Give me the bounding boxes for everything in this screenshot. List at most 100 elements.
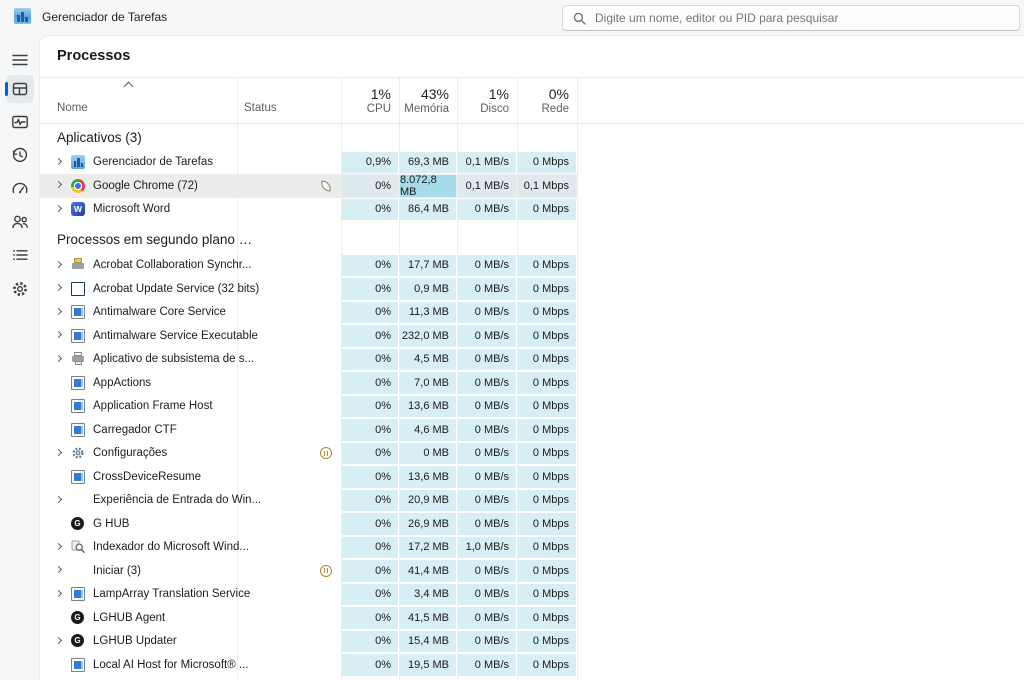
process-row[interactable]: Google Chrome (72)0%8.072,8 MB0,1 MB/s0,…	[40, 174, 577, 198]
process-name: Antimalware Service Executable	[93, 324, 258, 348]
expand-chevron-icon[interactable]	[55, 331, 62, 338]
network-cell: 0 Mbps	[518, 325, 576, 347]
process-row[interactable]: Antimalware Service Executable0%232,0 MB…	[40, 324, 577, 348]
disk-cell: 0 MB/s	[458, 443, 516, 465]
process-name: Microsoft Word	[93, 198, 170, 222]
status-cell	[316, 198, 336, 222]
process-row[interactable]: Application Frame Host0%13,6 MB0 MB/s0 M…	[40, 395, 577, 419]
expand-chevron-icon[interactable]	[55, 284, 62, 291]
sidebar-item-app-history[interactable]	[6, 141, 34, 169]
cpu-cell: 0%	[342, 302, 398, 324]
expand-chevron-icon[interactable]	[55, 261, 62, 268]
disk-cell: 0,1 MB/s	[458, 152, 516, 174]
status-cell	[316, 301, 336, 325]
process-row[interactable]: Experiência de Entrada do Win...0%20,9 M…	[40, 489, 577, 513]
process-row[interactable]: AppActions0%7,0 MB0 MB/s0 Mbps	[40, 371, 577, 395]
search-icon	[573, 12, 586, 25]
sidebar-item-performance[interactable]	[6, 108, 34, 136]
expand-chevron-icon[interactable]	[55, 158, 62, 165]
memory-cell: 0,9 MB	[400, 278, 456, 300]
disk-cell: 0 MB/s	[458, 466, 516, 488]
printer-icon	[71, 352, 85, 366]
process-row[interactable]: Acrobat Update Service (32 bits)0%0,9 MB…	[40, 277, 577, 301]
process-row[interactable]: Aplicativo de subsistema de s...0%4,5 MB…	[40, 348, 577, 372]
window-blue-icon	[71, 470, 85, 484]
table-rows: Aplicativos (3)Gerenciador de Tarefas0,9…	[40, 36, 577, 680]
network-cell: 0 Mbps	[518, 152, 576, 174]
expand-chevron-icon[interactable]	[55, 637, 62, 644]
process-row[interactable]: Iniciar (3)0%41,4 MB0 MB/s0 Mbps	[40, 559, 577, 583]
column-divider	[577, 77, 578, 680]
process-row[interactable]: CrossDeviceResume0%13,6 MB0 MB/s0 Mbps	[40, 465, 577, 489]
process-row[interactable]: Configurações0%0 MB0 MB/s0 Mbps	[40, 442, 577, 466]
status-cell	[316, 418, 336, 442]
expand-chevron-icon[interactable]	[55, 543, 62, 550]
details-icon	[10, 245, 30, 265]
expand-chevron-icon[interactable]	[55, 496, 62, 503]
process-row[interactable]: GG HUB0%26,9 MB0 MB/s0 Mbps	[40, 512, 577, 536]
disk-cell: 0 MB/s	[458, 654, 516, 676]
disk-cell: 0 MB/s	[458, 199, 516, 221]
sidebar-item-details[interactable]	[6, 241, 34, 269]
network-cell: 0 Mbps	[518, 396, 576, 418]
expand-chevron-icon[interactable]	[55, 449, 62, 456]
disk-cell: 0 MB/s	[458, 278, 516, 300]
process-row[interactable]: GLGHUB Agent0%41,5 MB0 MB/s0 Mbps	[40, 606, 577, 630]
process-name: Experiência de Entrada do Win...	[93, 489, 261, 513]
process-row[interactable]: WMicrosoft Word0%86,4 MB0 MB/s0 Mbps	[40, 198, 577, 222]
process-name: Local AI Host for Microsoft® ...	[93, 653, 248, 677]
expand-chevron-icon[interactable]	[55, 308, 62, 315]
sidebar-item-menu[interactable]	[6, 46, 34, 74]
processes-icon	[10, 79, 30, 99]
process-name: Acrobat Collaboration Synchr...	[93, 254, 252, 278]
process-row[interactable]: Carregador CTF0%4,6 MB0 MB/s0 Mbps	[40, 418, 577, 442]
memory-cell: 41,4 MB	[400, 560, 456, 582]
process-row[interactable]: Antimalware Core Service0%11,3 MB0 MB/s0…	[40, 301, 577, 325]
memory-cell: 86,4 MB	[400, 199, 456, 221]
network-cell: 0 Mbps	[518, 443, 576, 465]
sidebar-item-users[interactable]	[6, 208, 34, 236]
status-cell	[316, 324, 336, 348]
process-row[interactable]: Gerenciador de Tarefas0,9%69,3 MB0,1 MB/…	[40, 151, 577, 175]
section-header[interactable]: Processos em segundo plano …	[40, 225, 577, 254]
expand-chevron-icon[interactable]	[55, 181, 62, 188]
process-row[interactable]: GLGHUB Updater0%15,4 MB0 MB/s0 Mbps	[40, 630, 577, 654]
cpu-cell: 0,9%	[342, 152, 398, 174]
users-icon	[10, 212, 30, 232]
cpu-cell: 0%	[342, 654, 398, 676]
cpu-cell: 0%	[342, 490, 398, 512]
cpu-cell: 0%	[342, 372, 398, 394]
search-input[interactable]	[595, 11, 1019, 25]
titlebar: Gerenciador de Tarefas	[0, 0, 1024, 36]
process-row[interactable]: Indexador do Microsoft Wind...0%17,2 MB1…	[40, 536, 577, 560]
expand-chevron-icon[interactable]	[55, 355, 62, 362]
sidebar-item-startup-apps[interactable]	[6, 174, 34, 202]
expand-chevron-icon[interactable]	[55, 590, 62, 597]
window-blue-icon	[71, 658, 85, 672]
sidebar-item-processes[interactable]	[6, 75, 34, 103]
status-cell	[316, 630, 336, 654]
search-box[interactable]	[562, 5, 1020, 31]
window-outline-icon	[71, 282, 85, 296]
search-indexer-icon	[71, 540, 85, 554]
disk-cell: 1,0 MB/s	[458, 537, 516, 559]
memory-cell: 11,3 MB	[400, 302, 456, 324]
process-row[interactable]: LampArray Translation Service0%3,4 MB0 M…	[40, 583, 577, 607]
efficiency-mode-leaf-icon	[321, 180, 332, 191]
network-cell: 0 Mbps	[518, 584, 576, 606]
cpu-cell: 0%	[342, 199, 398, 221]
network-cell: 0 Mbps	[518, 490, 576, 512]
task-manager-icon	[71, 155, 85, 169]
disk-cell: 0,1 MB/s	[458, 175, 516, 197]
process-row[interactable]: Acrobat Collaboration Synchr...0%17,7 MB…	[40, 254, 577, 278]
memory-cell: 26,9 MB	[400, 513, 456, 535]
cpu-cell: 0%	[342, 419, 398, 441]
network-cell: 0 Mbps	[518, 466, 576, 488]
status-cell	[316, 151, 336, 175]
process-row[interactable]: Local AI Host for Microsoft® ...0%19,5 M…	[40, 653, 577, 677]
sidebar-item-services[interactable]	[6, 275, 34, 303]
expand-chevron-icon[interactable]	[55, 566, 62, 573]
window-blue-icon	[71, 305, 85, 319]
section-header[interactable]: Aplicativos (3)	[40, 125, 577, 151]
expand-chevron-icon[interactable]	[55, 205, 62, 212]
